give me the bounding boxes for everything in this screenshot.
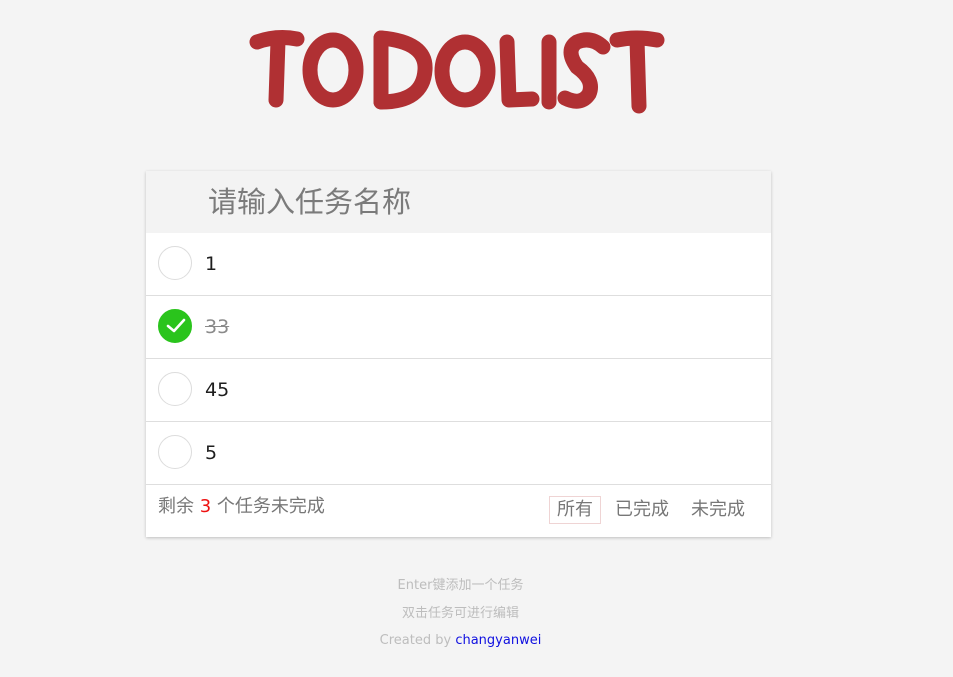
todo-app-card: 1 33 45 5 剩余 3 个任务未完成 所有 — [146, 171, 771, 537]
filter-all-button[interactable]: 所有 — [549, 496, 601, 524]
remaining-count-text: 剩余 3 个任务未完成 — [158, 483, 325, 531]
todo-item[interactable]: 45 — [146, 359, 771, 422]
count-suffix: 个任务未完成 — [216, 496, 325, 517]
new-todo-input[interactable] — [146, 171, 771, 233]
todo-toggle-checkbox[interactable] — [158, 372, 192, 406]
todo-toggle-checkbox[interactable] — [158, 246, 192, 280]
created-by-text: Created by — [379, 633, 452, 648]
info-credits: Created by changyanwei — [0, 632, 921, 660]
todo-label: 33 — [205, 316, 230, 338]
todo-item[interactable]: 5 — [146, 422, 771, 485]
author-link[interactable]: changyanwei — [455, 633, 541, 648]
filter-completed-button[interactable]: 已完成 — [607, 496, 677, 524]
todo-item[interactable]: 1 — [146, 233, 771, 296]
todo-label: 5 — [205, 442, 218, 464]
filter-group: 所有 已完成 未完成 — [543, 496, 753, 524]
count-prefix: 剩余 — [158, 496, 194, 517]
todolist-logo — [249, 30, 665, 114]
todo-label: 45 — [205, 379, 230, 401]
filter-active-button[interactable]: 未完成 — [683, 496, 753, 524]
info-enter-hint: Enter键添加一个任务 — [397, 578, 524, 593]
remaining-count-number: 3 — [199, 496, 212, 517]
todo-toggle-checkbox[interactable] — [158, 435, 192, 469]
checkmark-icon — [166, 318, 186, 333]
info-edit-hint: 双击任务可进行编辑 — [401, 605, 519, 621]
todo-footer: 剩余 3 个任务未完成 所有 已完成 未完成 — [146, 483, 771, 537]
info-footer: Enter键添加一个任务 双击任务可进行编辑 Created by changy… — [0, 577, 921, 660]
todolist-page: 1 33 45 5 剩余 3 个任务未完成 所有 — [0, 0, 953, 677]
todo-item[interactable]: 33 — [146, 296, 771, 359]
todo-list: 1 33 45 5 — [146, 233, 771, 485]
todo-label: 1 — [205, 253, 218, 275]
todo-toggle-checkbox[interactable] — [158, 309, 192, 343]
